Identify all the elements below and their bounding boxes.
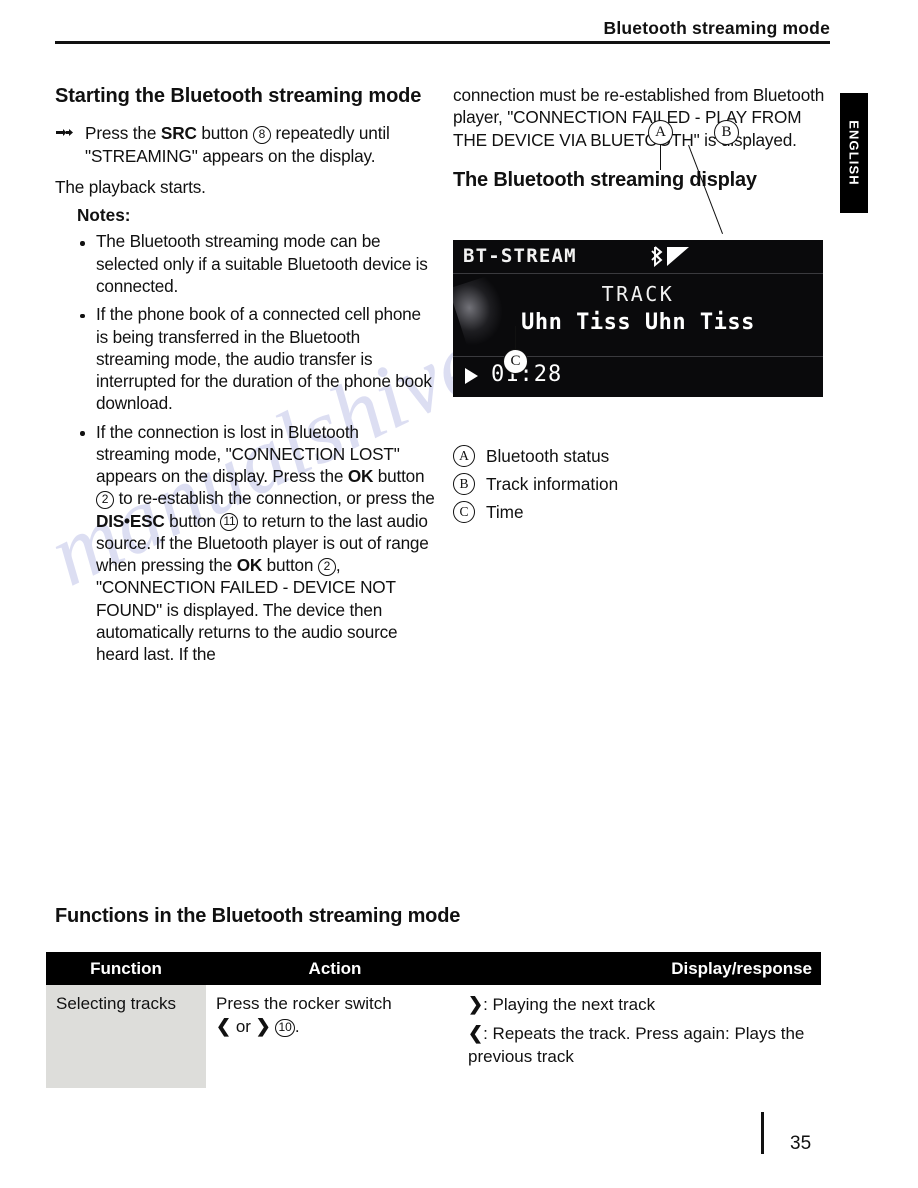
page-number: 35 bbox=[790, 1133, 812, 1154]
section-heading-display: The Bluetooth streaming display bbox=[453, 169, 757, 192]
callout-a-leader bbox=[660, 145, 662, 171]
instruction-step-press-src: Press the SRC button 8 repeatedly until … bbox=[55, 122, 435, 167]
signal-strength-icon bbox=[667, 247, 689, 267]
legend-item-c: C Time bbox=[453, 501, 828, 524]
response-line-next: ❯: Playing the next track bbox=[468, 993, 815, 1016]
continued-paragraph: connection must be re-established from B… bbox=[453, 85, 825, 150]
response-line-repeat: ❮: Repeats the track. Press again: Plays… bbox=[468, 1022, 815, 1067]
callout-c-leader bbox=[515, 326, 517, 350]
response-line-2-text: : Repeats the track. Press again: Plays … bbox=[468, 1024, 805, 1066]
hand-pointer-icon bbox=[55, 125, 79, 141]
button-ref-2a: 2 bbox=[96, 490, 114, 509]
table-row: Selecting tracks Press the rocker switch… bbox=[46, 985, 821, 1088]
bullet-dot-icon bbox=[80, 313, 85, 319]
playback-starts-text: The playback starts. bbox=[55, 177, 206, 198]
callout-a: A bbox=[648, 120, 673, 146]
cell-action: Press the rocker switch ❮ or ❯ 10. bbox=[206, 985, 464, 1088]
button-ref-11: 11 bbox=[220, 513, 239, 532]
action-or-text: or bbox=[231, 1017, 256, 1037]
column-header-action: Action bbox=[308, 958, 362, 978]
legend-label-a: Bluetooth status bbox=[486, 445, 610, 466]
legend-marker-c: C bbox=[453, 501, 475, 524]
callout-c: C bbox=[503, 349, 528, 375]
lcd-track-label: TRACK bbox=[601, 282, 675, 307]
lcd-main-area: TRACK Uhn Tiss Uhn Tiss bbox=[453, 274, 823, 356]
note-2-text: If the phone book of a connected cell ph… bbox=[96, 304, 432, 414]
note-3-bold-disesc: DIS•ESC bbox=[96, 510, 165, 531]
notes-heading: Notes: bbox=[77, 205, 131, 226]
bullet-dot-icon bbox=[80, 241, 85, 246]
table-header-row: Function Action Display/response bbox=[46, 952, 821, 985]
display-section: The Bluetooth streaming display A B BT-S… bbox=[453, 120, 828, 524]
note-3-part6: button bbox=[262, 555, 318, 576]
callout-b: B bbox=[714, 120, 739, 146]
chevron-right-icon: ❯ bbox=[468, 994, 484, 1014]
step-text-before: Press the bbox=[85, 123, 161, 144]
note-3-part4: button bbox=[164, 510, 221, 531]
section-heading-starting: Starting the Bluetooth streaming mode bbox=[55, 85, 422, 107]
step-text-mid: button bbox=[196, 123, 253, 144]
note-3-bold-ok-2: OK bbox=[236, 555, 263, 576]
note-item-3: If the connection is lost in Bluetooth s… bbox=[77, 421, 435, 666]
legend-label-b: Track information bbox=[486, 473, 619, 494]
button-ref-8: 8 bbox=[252, 125, 271, 144]
right-column: connection must be re-established from B… bbox=[453, 84, 828, 529]
note-3-part3: to re-establish the connection, or press… bbox=[114, 488, 435, 509]
action-text-after: . bbox=[294, 1017, 300, 1037]
left-column: Starting the Bluetooth streaming mode Pr… bbox=[55, 84, 435, 672]
functions-table: Function Action Display/response Selecti… bbox=[46, 952, 821, 1088]
lcd-track-name: Uhn Tiss Uhn Tiss bbox=[521, 310, 755, 336]
chevron-left-icon: ❮ bbox=[468, 1023, 484, 1044]
note-1-text: The Bluetooth streaming mode can be sele… bbox=[96, 231, 428, 296]
note-3-part2: button bbox=[373, 466, 425, 487]
column-header-display-response: Display/response bbox=[671, 958, 812, 978]
section-heading-functions: Functions in the Bluetooth streaming mod… bbox=[55, 905, 461, 927]
lcd-status-bar: BT-STREAM bbox=[453, 240, 823, 275]
legend-marker-a: A bbox=[453, 445, 475, 468]
header-divider bbox=[55, 41, 830, 44]
bullet-dot-icon bbox=[80, 431, 85, 436]
note-item-2: If the phone book of a connected cell ph… bbox=[77, 303, 435, 414]
legend-label-c: Time bbox=[486, 501, 524, 522]
legend-marker-b: B bbox=[453, 473, 475, 496]
language-tab-label: ENGLISH bbox=[846, 120, 862, 186]
button-ref-10: 10 bbox=[275, 1018, 295, 1037]
bluetooth-icon bbox=[651, 245, 665, 268]
button-ref-2b: 2 bbox=[317, 557, 336, 576]
lcd-mode-label: BT-STREAM bbox=[463, 245, 577, 268]
chevron-right-icon: ❯ bbox=[255, 1016, 271, 1037]
note-3-bold-ok-1: OK bbox=[347, 466, 374, 487]
lcd-display: BT-STREAM TRACK Uhn Tiss Uhn Tiss 01:28 bbox=[453, 240, 823, 398]
cell-function: Selecting tracks bbox=[46, 985, 206, 1088]
legend-item-b: B Track information bbox=[453, 473, 828, 496]
display-legend: A Bluetooth status B Track information C… bbox=[453, 445, 828, 524]
column-header-function: Function bbox=[90, 958, 162, 978]
play-icon bbox=[465, 368, 478, 385]
note-item-1: The Bluetooth streaming mode can be sele… bbox=[77, 230, 435, 297]
language-tab-english: ENGLISH bbox=[840, 93, 868, 213]
cell-display-response: ❯: Playing the next track ❮: Repeats the… bbox=[464, 985, 821, 1088]
page-title: Bluetooth streaming mode bbox=[603, 18, 830, 38]
step-bold-src: SRC bbox=[160, 123, 197, 144]
chevron-left-icon: ❮ bbox=[216, 1016, 232, 1037]
action-text-before: Press the rocker switch bbox=[216, 994, 392, 1013]
response-line-1-text: : Playing the next track bbox=[483, 995, 656, 1014]
notes-list: The Bluetooth streaming mode can be sele… bbox=[55, 230, 435, 665]
footer-divider bbox=[761, 1112, 764, 1154]
legend-item-a: A Bluetooth status bbox=[453, 445, 828, 468]
